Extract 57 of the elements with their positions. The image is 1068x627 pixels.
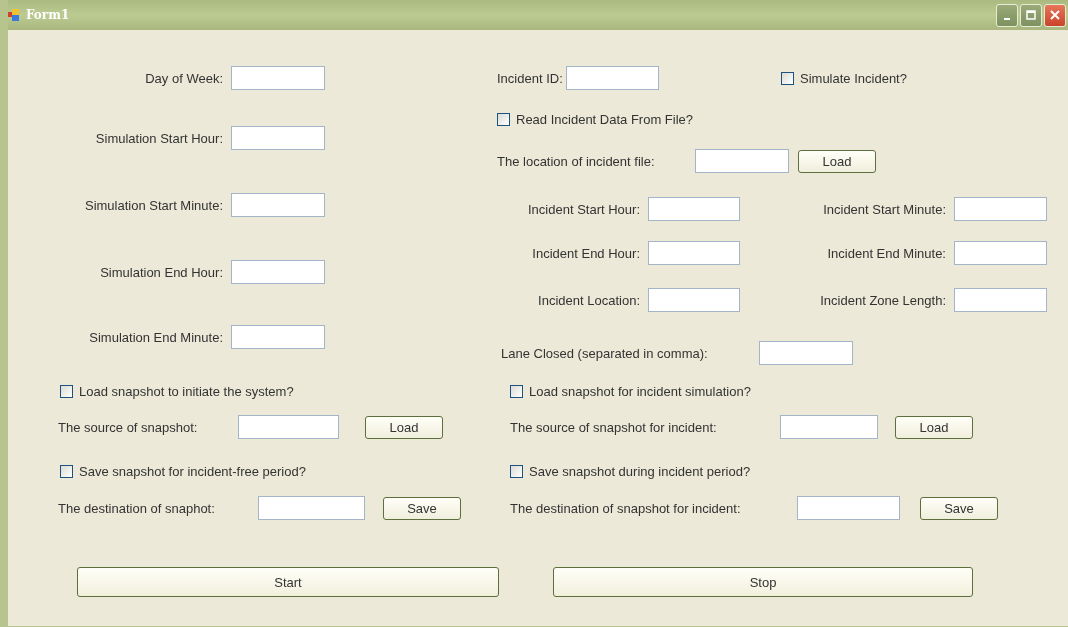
stop-button[interactable]: Stop bbox=[553, 567, 973, 597]
field-label: Day of Week: bbox=[145, 70, 223, 86]
field-label: The source of snapshot: bbox=[58, 419, 198, 435]
checkbox[interactable]: Save snapshot for incident-free period? bbox=[60, 463, 306, 479]
action-button[interactable]: Save bbox=[920, 496, 998, 520]
field-label: Simulation Start Minute: bbox=[85, 197, 223, 213]
text-field[interactable] bbox=[231, 126, 325, 150]
text-field[interactable] bbox=[954, 197, 1047, 221]
field-label: Incident End Minute: bbox=[827, 245, 946, 261]
text-field[interactable] bbox=[695, 149, 789, 173]
text-field[interactable] bbox=[231, 325, 325, 349]
field-label: Incident ID: bbox=[497, 70, 563, 86]
field-label: The source of snapshot for incident: bbox=[510, 419, 717, 435]
text-field[interactable] bbox=[759, 341, 853, 365]
text-field[interactable] bbox=[648, 241, 740, 265]
minimize-icon bbox=[1004, 18, 1010, 20]
field-label: The destination of snaphot: bbox=[58, 500, 215, 516]
field-label: Incident Zone Length: bbox=[820, 292, 946, 308]
checkbox[interactable]: Simulate Incident? bbox=[781, 70, 907, 86]
window-title: Form1 bbox=[26, 8, 70, 22]
text-field[interactable] bbox=[231, 66, 325, 90]
field-label: The location of incident file: bbox=[497, 153, 655, 169]
close-icon bbox=[1049, 9, 1061, 21]
field-label: Simulation End Hour: bbox=[100, 264, 223, 280]
field-label: Simulation End Minute: bbox=[89, 329, 223, 345]
text-field[interactable] bbox=[238, 415, 339, 439]
action-button[interactable]: Save bbox=[383, 496, 461, 520]
field-label: Incident Location: bbox=[538, 292, 640, 308]
checkbox[interactable]: Load snapshot for incident simulation? bbox=[510, 383, 751, 399]
text-field[interactable] bbox=[954, 288, 1047, 312]
minimize-button[interactable] bbox=[996, 3, 1018, 27]
text-field[interactable] bbox=[648, 288, 740, 312]
action-button[interactable]: Load bbox=[798, 149, 876, 173]
action-button[interactable]: Load bbox=[365, 415, 443, 439]
text-field[interactable] bbox=[780, 415, 878, 439]
field-label: Simulation Start Hour: bbox=[95, 130, 223, 146]
field-label: Incident Start Hour: bbox=[528, 201, 640, 217]
app-icon bbox=[8, 8, 20, 22]
checkbox[interactable]: Save snapshot during incident period? bbox=[510, 463, 751, 479]
action-button[interactable]: Load bbox=[895, 415, 973, 439]
text-field[interactable] bbox=[258, 496, 365, 520]
field-label: Incident Start Minute: bbox=[823, 201, 946, 217]
checkbox[interactable]: Read Incident Data From File? bbox=[497, 111, 694, 127]
text-field[interactable] bbox=[566, 66, 659, 90]
close-button[interactable] bbox=[1044, 3, 1066, 27]
checkbox[interactable]: Load snapshot to initiate the system? bbox=[60, 383, 294, 399]
text-field[interactable] bbox=[231, 260, 325, 284]
text-field[interactable] bbox=[797, 496, 900, 520]
text-field[interactable] bbox=[954, 241, 1047, 265]
text-field[interactable] bbox=[648, 197, 740, 221]
field-label: The destination of snapshot for incident: bbox=[510, 500, 741, 516]
text-field[interactable] bbox=[231, 193, 325, 217]
field-label: Lane Closed (separated in comma): bbox=[501, 345, 708, 361]
start-button[interactable]: Start bbox=[77, 567, 499, 597]
maximize-button[interactable] bbox=[1020, 3, 1042, 27]
field-label: Incident End Hour: bbox=[532, 245, 640, 261]
maximize-icon bbox=[1026, 10, 1036, 20]
